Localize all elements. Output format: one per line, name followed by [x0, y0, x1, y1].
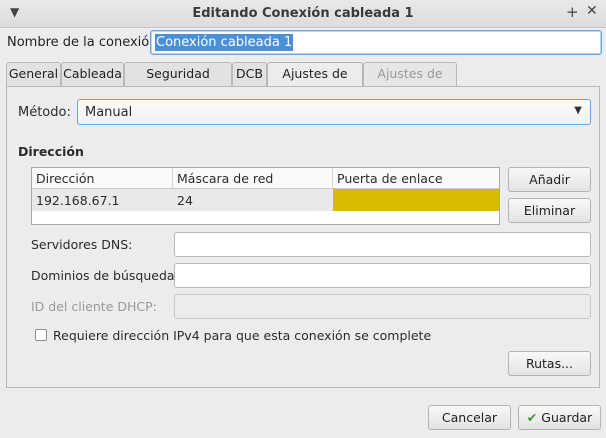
column-header-gateway[interactable]: Puerta de enlace — [333, 168, 499, 189]
tab-cableada[interactable]: Cableada — [61, 62, 124, 86]
remove-button[interactable]: Eliminar — [508, 198, 591, 223]
dhcp-client-id-label: ID del cliente DHCP: — [31, 299, 157, 314]
connection-name-label: Nombre de la conexión: — [7, 35, 162, 50]
tab-ipv6: Ajustes de IPv6 — [363, 62, 457, 103]
connection-name-value: Conexión cableada 1 — [155, 34, 294, 51]
save-button-label: Guardar — [541, 410, 593, 425]
require-ipv4-label[interactable]: Requiere dirección IPv4 para que esta co… — [53, 328, 431, 343]
title-bar: ▼ Editando Conexión cableada 1 + ✕ — [0, 0, 606, 28]
cell-netmask[interactable]: 24 — [173, 189, 333, 211]
window-title: Editando Conexión cableada 1 — [192, 6, 414, 21]
tab-general[interactable]: General — [6, 62, 61, 86]
search-domains-input[interactable] — [174, 263, 591, 288]
address-table: Dirección Máscara de red Puerta de enlac… — [31, 167, 500, 225]
dns-label: Servidores DNS: — [31, 237, 133, 252]
plus-icon[interactable]: + — [566, 3, 579, 21]
routes-button[interactable]: Rutas... — [508, 351, 591, 376]
cell-gateway[interactable] — [333, 189, 499, 211]
method-value: Manual — [85, 105, 133, 120]
close-icon[interactable]: ✕ — [586, 3, 598, 19]
method-label: Método: — [18, 105, 71, 120]
add-button[interactable]: Añadir — [508, 167, 591, 192]
dropdown-arrow-icon: ▼ — [574, 105, 582, 116]
tab-ipv4[interactable]: Ajustes de IPv4 — [267, 62, 363, 103]
method-select[interactable]: Manual ▼ — [77, 99, 591, 125]
connection-name-input[interactable]: Conexión cableada 1 — [150, 30, 602, 55]
dhcp-client-id-input — [174, 294, 591, 319]
dns-input[interactable] — [174, 232, 591, 257]
cell-address[interactable]: 192.168.67.1 — [32, 189, 173, 211]
tab-dcb[interactable]: DCB — [232, 62, 267, 86]
column-header-address[interactable]: Dirección — [32, 168, 173, 189]
search-domains-label: Dominios de búsqueda: — [31, 268, 179, 283]
checkmark-icon: ✔ — [526, 410, 538, 425]
address-section-title: Dirección — [18, 144, 84, 159]
column-header-netmask[interactable]: Máscara de red — [173, 168, 333, 189]
require-ipv4-checkbox[interactable] — [35, 329, 47, 341]
save-button[interactable]: ✔ Guardar — [518, 405, 601, 430]
tab-seguridad[interactable]: Seguridad 802.1x — [124, 62, 232, 103]
cancel-button[interactable]: Cancelar — [428, 405, 511, 430]
